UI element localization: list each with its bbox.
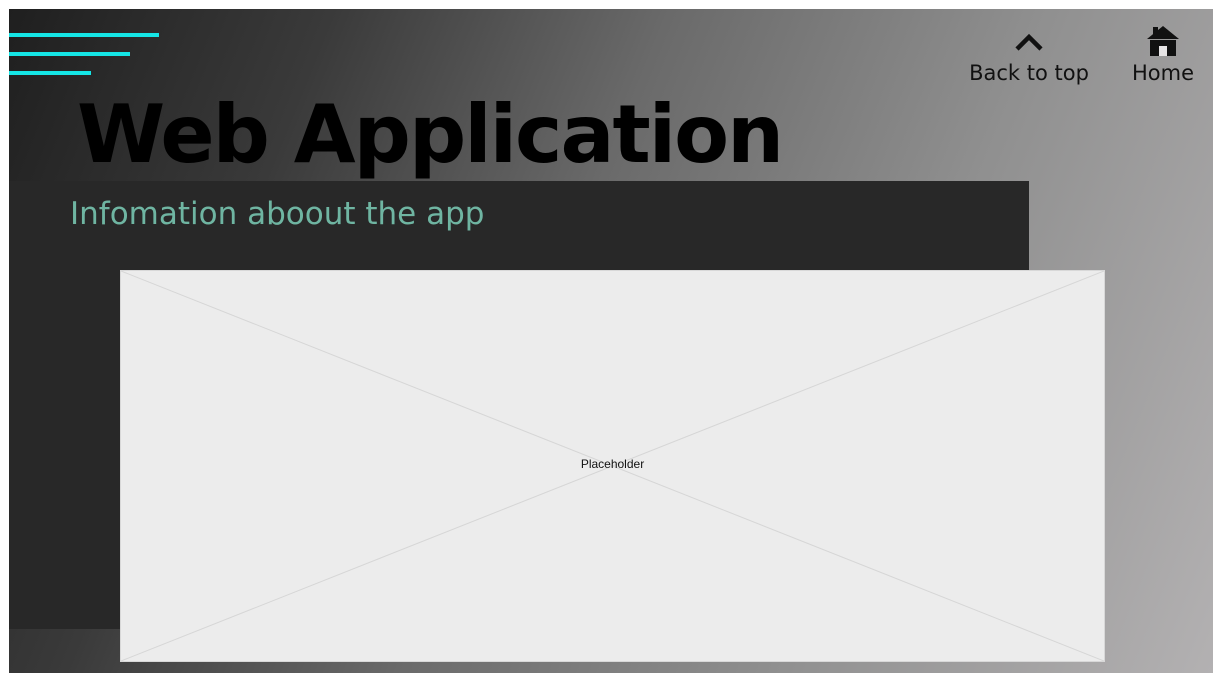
- placeholder-label: Placeholder: [580, 457, 645, 471]
- chevron-up-icon: [964, 23, 1094, 59]
- house-icon: [1125, 23, 1201, 59]
- home-link[interactable]: Home: [1125, 23, 1201, 85]
- menu-line: [9, 33, 159, 37]
- back-to-top-label: Back to top: [969, 61, 1089, 85]
- page-title: Web Application: [77, 88, 784, 181]
- page-subtitle: Infomation aboout the app: [70, 196, 485, 232]
- home-label: Home: [1131, 61, 1194, 85]
- page-background: Back to top Home Web Application Infomat…: [9, 9, 1213, 673]
- menu-line: [9, 71, 91, 75]
- hamburger-menu-icon[interactable]: [9, 33, 169, 79]
- menu-line: [9, 52, 130, 56]
- back-to-top-link[interactable]: Back to top: [964, 23, 1094, 85]
- image-placeholder: Placeholder: [120, 270, 1105, 662]
